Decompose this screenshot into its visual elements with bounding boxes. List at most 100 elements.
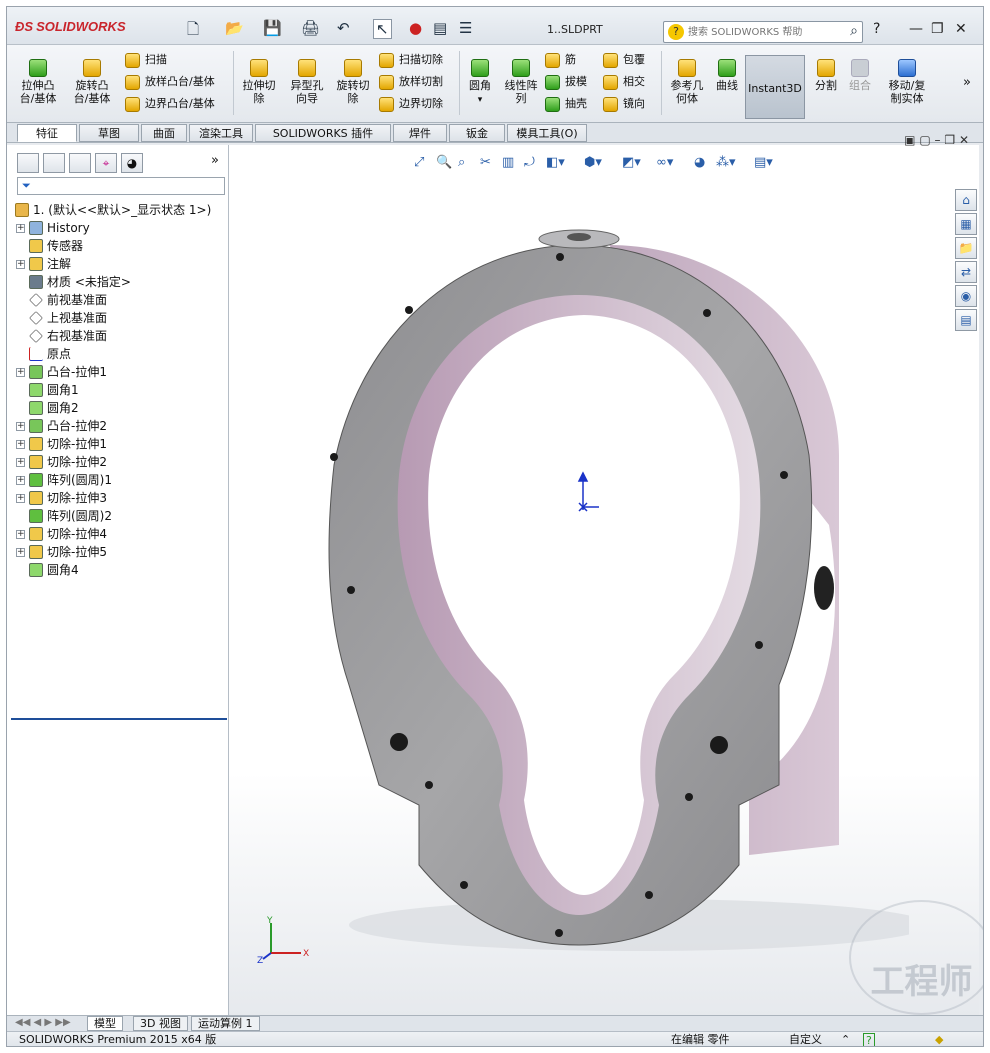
draft-button[interactable]: 拔模 — [543, 73, 587, 91]
display-manager-tab-icon[interactable]: ◕ — [121, 153, 143, 173]
status-help-icon[interactable]: ? — [863, 1033, 875, 1046]
status-units[interactable]: 自定义 — [789, 1032, 822, 1046]
extrude-boss-button[interactable]: 拉伸凸 台/基体 — [13, 59, 63, 105]
view-palette-icon[interactable]: ⇄ — [955, 261, 977, 283]
minimize-icon[interactable]: — — [909, 21, 923, 37]
tree-item[interactable]: + 切除-拉伸1 — [13, 435, 227, 453]
print-icon[interactable]: 🖨 — [301, 19, 320, 37]
dimxpert-tab-icon[interactable]: ⌖ — [95, 153, 117, 173]
viewport-icon-2[interactable]: ▢ — [919, 133, 930, 147]
tree-item[interactable]: 圆角4 — [13, 561, 227, 579]
viewport-icon-1[interactable]: ▣ — [904, 133, 915, 147]
tree-item[interactable]: + History — [13, 219, 227, 237]
sweep-cut-button[interactable]: 扫描切除 — [377, 51, 443, 69]
tab-solidworks-addins[interactable]: SOLIDWORKS 插件 — [255, 124, 391, 142]
solidworks-logo[interactable]: ƉS SOLIDWORKS — [15, 19, 126, 34]
property-manager-tab-icon[interactable] — [43, 153, 65, 173]
boundary-cut-button[interactable]: 边界切除 — [377, 95, 443, 113]
viewport-restore-icon[interactable]: ❐ — [944, 133, 955, 147]
linear-pattern-button[interactable]: 线性阵列 — [499, 59, 543, 105]
reference-geometry-button[interactable]: 参考几 何体 — [665, 59, 709, 105]
ribbon-more-icon[interactable]: » — [963, 75, 971, 90]
revolve-cut-button[interactable]: 旋转切除 — [331, 59, 375, 105]
zoom-to-fit-icon[interactable]: ⤢ — [414, 155, 424, 170]
tab-3d-views[interactable]: 3D 视图 — [133, 1016, 188, 1031]
view-orientation-icon[interactable]: ⤾ — [524, 155, 535, 170]
appearances-icon[interactable]: ◉ — [955, 285, 977, 307]
graphics-area[interactable]: ▣ ▢ – ❐ ✕ ⤢ 🔍 ⌕ ✂ ▥ ⤾ ◧▾ ⬢▾ ◩▾ ∞▾ ◕ ⁂▾ ▤… — [229, 133, 983, 1017]
close-icon[interactable]: ✕ — [955, 21, 967, 37]
tree-item[interactable]: 右视基准面 — [13, 327, 227, 345]
expand-icon[interactable]: + — [16, 224, 25, 233]
move-copy-body-button[interactable]: 移动/复 制实体 — [879, 59, 935, 105]
status-tag-icon[interactable]: ◆ — [935, 1032, 943, 1046]
select-icon[interactable]: ↖ — [373, 19, 392, 39]
edit-appearance-icon[interactable]: ◩▾ — [622, 155, 641, 170]
loft-cut-button[interactable]: 放样切割 — [377, 73, 443, 91]
tree-item[interactable]: + 凸台-拉伸1 — [13, 363, 227, 381]
loft-boss-button[interactable]: 放样凸台/基体 — [123, 73, 215, 91]
tree-item[interactable]: 原点 — [13, 345, 227, 363]
tree-item[interactable]: 材质 <未指定> — [13, 273, 227, 291]
boundary-boss-button[interactable]: 边界凸台/基体 — [123, 95, 215, 113]
tree-item[interactable]: 上视基准面 — [13, 309, 227, 327]
tab-model[interactable]: 模型 — [87, 1016, 123, 1031]
apply-scene-icon[interactable]: ∞▾ — [656, 155, 673, 170]
save-icon[interactable]: 💾 — [263, 19, 282, 37]
wrap-button[interactable]: 包覆 — [601, 51, 645, 69]
appearance-icon[interactable]: ◕ — [694, 155, 705, 170]
rib-button[interactable]: 筋 — [543, 51, 576, 69]
tree-item[interactable]: + 切除-拉伸5 — [13, 543, 227, 561]
design-library-icon[interactable]: ▦ — [955, 213, 977, 235]
search-icon[interactable]: ⌕ — [850, 23, 858, 39]
instant3d-button[interactable]: Instant3D — [745, 55, 805, 119]
split-button[interactable]: 分割 — [811, 59, 841, 92]
tab-surfaces[interactable]: 曲面 — [141, 124, 187, 142]
expand-icon[interactable]: + — [16, 494, 25, 503]
viewport-close-icon[interactable]: ✕ — [959, 133, 969, 147]
pane-expand-icon[interactable]: » — [211, 153, 219, 168]
scene-icon[interactable]: ⁂▾ — [716, 155, 736, 170]
tree-item[interactable]: 阵列(圆周)2 — [13, 507, 227, 525]
tree-item[interactable]: + 凸台-拉伸2 — [13, 417, 227, 435]
restore-icon[interactable]: ❐ — [931, 21, 944, 37]
file-properties-icon[interactable]: ▤ — [433, 19, 447, 37]
open-icon[interactable]: 📂 — [225, 19, 244, 37]
part-model[interactable] — [309, 225, 909, 965]
custom-properties-icon[interactable]: ▤ — [955, 309, 977, 331]
help-icon[interactable]: ? — [873, 21, 880, 37]
expand-icon[interactable]: + — [16, 440, 25, 449]
tree-item[interactable]: + 切除-拉伸2 — [13, 453, 227, 471]
new-document-icon[interactable]: 🗋 — [187, 19, 199, 44]
feature-manager-tab-icon[interactable] — [17, 153, 39, 173]
help-search-input[interactable] — [688, 24, 838, 40]
tree-item[interactable]: + 阵列(圆周)1 — [13, 471, 227, 489]
rollback-bar[interactable] — [11, 718, 227, 720]
help-search-box[interactable]: ? ⌕ — [663, 21, 863, 43]
expand-icon[interactable]: + — [16, 530, 25, 539]
configuration-manager-tab-icon[interactable] — [69, 153, 91, 173]
tab-weldments[interactable]: 焊件(D) — [393, 124, 447, 157]
mirror-button[interactable]: 镜向 — [601, 95, 645, 113]
tab-sketch[interactable]: 草图 — [79, 124, 139, 142]
tree-item[interactable]: + 切除-拉伸3 — [13, 489, 227, 507]
tab-mold-tools[interactable]: 模具工具(O) — [507, 124, 587, 142]
view-settings-icon[interactable]: ▤▾ — [754, 155, 773, 170]
expand-icon[interactable]: + — [16, 458, 25, 467]
rebuild-icon[interactable]: ● — [409, 19, 422, 37]
tree-root-part[interactable]: 1. (默认<<默认>_显示状态 1>) — [13, 201, 227, 219]
revolve-boss-button[interactable]: 旋转凸 台/基体 — [67, 59, 117, 105]
zoom-to-area-icon[interactable]: 🔍 — [436, 155, 452, 170]
tree-item[interactable]: 圆角2 — [13, 399, 227, 417]
previous-view-icon[interactable]: ⌕ — [458, 155, 465, 170]
undo-icon[interactable]: ↶ — [337, 19, 350, 37]
combine-button[interactable]: 组合 — [845, 59, 875, 92]
file-explorer-icon[interactable]: 📁 — [955, 237, 977, 259]
tree-filter-box[interactable]: ⏷ — [17, 177, 225, 195]
expand-icon[interactable]: + — [16, 476, 25, 485]
extrude-cut-button[interactable]: 拉伸切除 — [237, 59, 281, 105]
curves-button[interactable]: 曲线 — [711, 59, 743, 92]
fillet-button[interactable]: 圆角 ▾ — [463, 59, 497, 107]
tab-motion-study[interactable]: 运动算例 1 — [191, 1016, 260, 1031]
tree-item[interactable]: 传感器 — [13, 237, 227, 255]
